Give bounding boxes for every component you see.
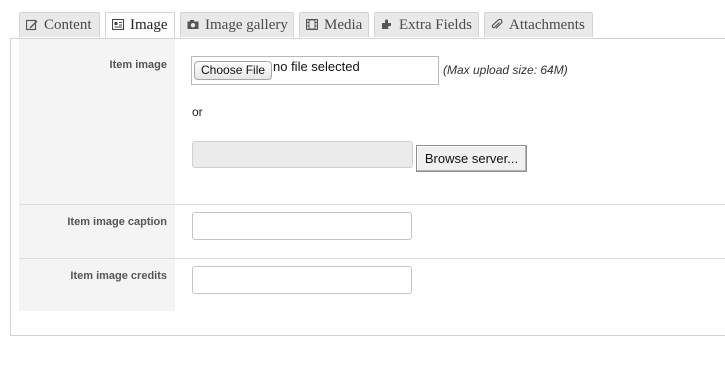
puzzle-icon [381,19,393,30]
tab-extra-fields[interactable]: Extra Fields [374,12,479,37]
tab-image-gallery[interactable]: Image gallery [180,12,294,37]
caption-label: Item image caption [67,216,167,228]
item-image-row: Item image Choose File no file selected … [19,39,725,205]
tab-label: Extra Fields [399,17,472,33]
caption-input[interactable] [192,212,412,240]
credits-input[interactable] [192,266,412,294]
tab-media[interactable]: Media [299,12,369,37]
or-separator: or [192,105,203,119]
image-tab-panel: Item image Choose File no file selected … [10,38,725,336]
upload-size-hint: (Max upload size: 64M) [443,63,568,77]
file-upload-field[interactable]: Choose File no file selected [191,56,439,85]
browse-server-button[interactable]: Browse server... [416,145,527,172]
image-icon [112,19,124,30]
tab-attachments[interactable]: Attachments [484,12,593,37]
film-icon [306,19,318,30]
paperclip-icon [491,19,503,30]
tab-image[interactable]: Image [105,12,175,39]
tab-label: Attachments [509,17,585,33]
server-image-path-input[interactable] [192,141,413,168]
item-image-label-cell: Item image [19,39,175,204]
camera-icon [187,19,199,30]
credits-label-cell: Item image credits [19,259,175,311]
credits-label: Item image credits [70,270,167,282]
tab-label: Media [324,17,363,33]
item-image-caption-row: Item image caption [19,205,725,259]
item-image-label: Item image [109,59,167,71]
choose-file-button[interactable]: Choose File [194,61,273,80]
edit-icon [26,19,38,31]
item-image-credits-row: Item image credits [19,259,725,311]
tab-label: Content [44,17,92,33]
tab-label: Image [130,17,168,33]
file-status-text: no file selected [273,59,360,74]
tab-content[interactable]: Content [19,12,100,37]
caption-label-cell: Item image caption [19,205,175,258]
tab-label: Image gallery [205,17,288,33]
